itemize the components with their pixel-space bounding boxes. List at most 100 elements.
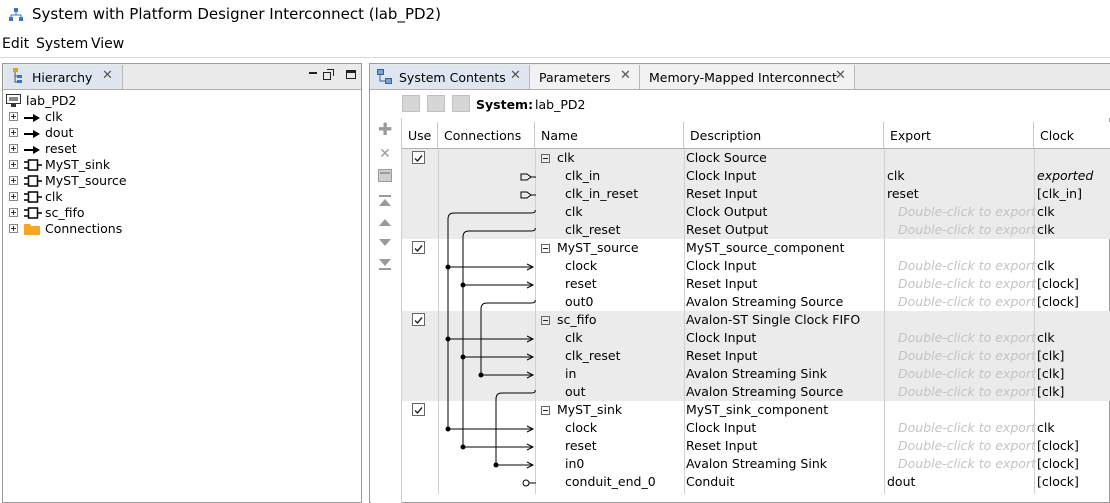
export-placeholder[interactable]: Double-click to export [898, 366, 1036, 381]
expand-icon[interactable] [9, 176, 18, 185]
column-header-export[interactable]: Export [884, 122, 1034, 149]
row-clock[interactable]: clk [1037, 222, 1055, 237]
tree-item[interactable]: MyST_source [9, 173, 189, 189]
column-header-description[interactable]: Description [684, 122, 884, 149]
tree-item[interactable]: MyST_sink [9, 157, 189, 173]
tab-parameters-label: Parameters [539, 70, 611, 85]
export-placeholder[interactable]: Double-click to export [898, 348, 1036, 363]
export-placeholder[interactable]: Double-click to export [898, 384, 1036, 399]
row-description: Clock Source [686, 150, 767, 165]
column-header-name[interactable]: Name [535, 122, 684, 149]
row-clock[interactable]: exported [1037, 168, 1093, 183]
close-icon[interactable]: ✕ [835, 68, 846, 83]
menu-edit[interactable]: Edit [2, 36, 29, 52]
move-up-icon[interactable] [378, 217, 392, 227]
row-clock[interactable]: clk [1037, 330, 1055, 345]
collapse-icon[interactable] [541, 406, 550, 415]
tree-item[interactable]: Connections [9, 221, 189, 237]
row-name: MyST_source [557, 240, 639, 255]
expand-icon[interactable] [9, 224, 18, 233]
row-clock[interactable]: [clock] [1037, 474, 1079, 489]
close-icon[interactable]: ✕ [102, 68, 113, 83]
column-header-clock[interactable]: Clock [1034, 122, 1110, 149]
collapse-icon[interactable] [541, 244, 550, 253]
export-value[interactable]: clk [887, 168, 905, 183]
connection-dot [445, 336, 451, 342]
row-clock[interactable]: [clock] [1037, 276, 1079, 291]
row-clock[interactable]: clk [1037, 204, 1055, 219]
export-placeholder[interactable]: Double-click to export [898, 438, 1036, 453]
use-checkbox[interactable] [412, 403, 425, 416]
export-placeholder[interactable]: Double-click to export [898, 294, 1036, 309]
row-clock[interactable]: [clock] [1037, 438, 1079, 453]
row-clock[interactable]: [clk] [1037, 348, 1064, 363]
connection-dot [460, 444, 466, 450]
row-clock[interactable]: clk [1037, 420, 1055, 435]
close-icon[interactable]: ✕ [620, 68, 631, 83]
remove-icon[interactable]: ✕ [378, 146, 392, 162]
system-icon [6, 94, 21, 107]
export-placeholder[interactable]: Double-click to export [898, 258, 1036, 273]
collapse-icon[interactable] [541, 154, 550, 163]
export-placeholder[interactable]: Double-click to export [898, 276, 1036, 291]
toolbar-button-3[interactable] [452, 95, 470, 112]
clock-net [447, 209, 536, 429]
tree-item-label: dout [45, 125, 74, 140]
use-checkbox[interactable] [412, 241, 425, 254]
export-placeholder[interactable]: Double-click to export [898, 222, 1036, 237]
menu-view[interactable]: View [91, 36, 124, 52]
export-placeholder[interactable]: Double-click to export [898, 456, 1036, 471]
reset-port-icon [24, 143, 42, 158]
collapse-icon[interactable] [541, 316, 550, 325]
expand-icon[interactable] [9, 208, 18, 217]
expand-icon[interactable] [9, 192, 18, 201]
tree-item[interactable]: sc_fifo [9, 205, 189, 221]
export-placeholder[interactable]: Double-click to export [898, 330, 1036, 345]
row-clock[interactable]: clk [1037, 258, 1055, 273]
expand-icon[interactable] [9, 144, 18, 153]
export-placeholder[interactable]: Double-click to export [898, 204, 1036, 219]
connection-dot [478, 372, 484, 378]
export-placeholder[interactable]: Double-click to export [898, 420, 1036, 435]
expand-icon[interactable] [9, 112, 18, 121]
system-contents-icon [377, 69, 392, 84]
row-description: Avalon Streaming Source [686, 384, 844, 399]
row-description: Reset Input [686, 186, 758, 201]
expand-icon[interactable] [9, 160, 18, 169]
tree-item[interactable]: reset [9, 141, 189, 157]
use-checkbox[interactable] [412, 313, 425, 326]
row-clock[interactable]: [clock] [1037, 294, 1079, 309]
add-icon[interactable]: ✚ [378, 120, 392, 140]
maximize-icon[interactable] [346, 70, 356, 79]
column-header-use[interactable]: Use [402, 122, 438, 149]
column-header-connections[interactable]: Connections [438, 122, 535, 149]
close-icon[interactable]: ✕ [510, 68, 521, 83]
row-clock[interactable]: [clk] [1037, 366, 1064, 381]
tree-item[interactable]: clk [9, 109, 189, 125]
restore-icon[interactable] [323, 69, 334, 80]
expand-icon[interactable] [9, 128, 18, 137]
edit-icon[interactable] [378, 169, 392, 182]
row-name: reset [565, 438, 597, 453]
row-name: clock [565, 420, 598, 435]
move-bottom-icon[interactable] [378, 258, 392, 270]
move-down-icon[interactable] [378, 238, 392, 248]
move-top-icon[interactable] [378, 195, 392, 207]
row-clock[interactable]: [clk_in] [1037, 186, 1082, 201]
tree-item-label: Connections [45, 221, 123, 236]
row-clock[interactable]: [clk] [1037, 384, 1064, 399]
conduit-port-icon [24, 127, 42, 142]
minimize-icon[interactable] [309, 72, 317, 74]
export-value[interactable]: reset [887, 186, 919, 201]
toolbar-button-2[interactable] [427, 95, 445, 112]
menu-system[interactable]: System [36, 36, 88, 52]
tree-item[interactable]: dout [9, 125, 189, 141]
row-name: clk_in [565, 168, 601, 183]
tree-root[interactable]: lab_PD2 [6, 93, 126, 109]
use-checkbox[interactable] [412, 151, 425, 164]
export-value[interactable]: dout [887, 474, 915, 489]
row-clock[interactable]: [clock] [1037, 456, 1079, 471]
toolbar-button-1[interactable] [402, 95, 420, 112]
tree-item[interactable]: clk [9, 189, 189, 205]
row-description: Clock Input [686, 168, 757, 183]
